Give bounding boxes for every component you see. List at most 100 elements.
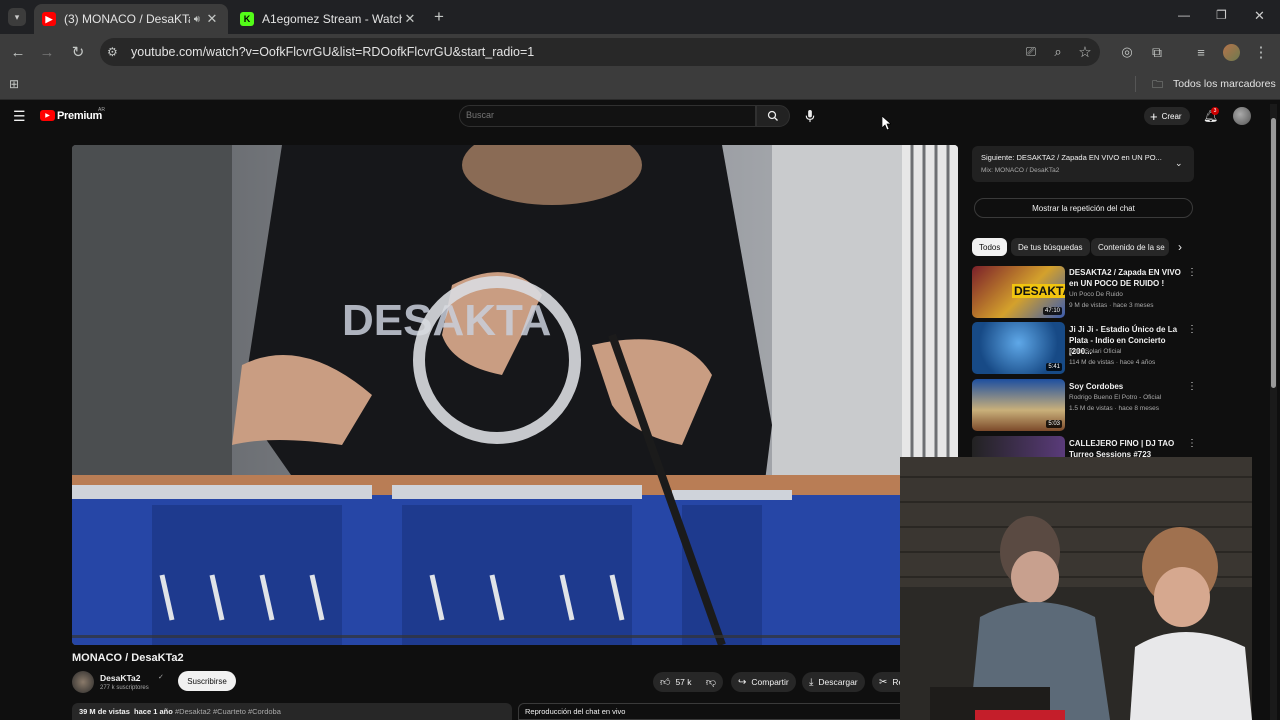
hashtags[interactable]: #Desakta2 #Cuarteto #Cordoba: [175, 707, 281, 716]
more-options-icon[interactable]: ⋮: [1187, 324, 1197, 335]
recommendation-meta: 114 M de vistas · hace 4 años: [1069, 359, 1156, 366]
chip-related-content[interactable]: Contenido de la se: [1091, 238, 1169, 256]
close-window-icon[interactable]: ✕: [1254, 8, 1265, 24]
show-chat-replay-button[interactable]: Mostrar la repetición del chat: [974, 198, 1193, 218]
extension-glasses-icon[interactable]: ◎: [1116, 41, 1138, 63]
country-badge: AR: [98, 107, 105, 113]
account-avatar[interactable]: [1233, 107, 1251, 125]
more-options-icon[interactable]: ⋮: [1187, 267, 1197, 278]
chevron-down-icon[interactable]: ⌄: [1175, 158, 1183, 169]
duration-badge: 5:41: [1046, 363, 1062, 371]
browser-tab-bar: ▾ ▶ (3) MONACO / DesaKTa2 - YouTube 🔊︎ ✕…: [0, 0, 1280, 34]
recommendation-meta: 1.5 M de vistas · hace 8 meses: [1069, 405, 1159, 412]
chevron-right-icon[interactable]: ›: [1178, 240, 1182, 254]
youtube-logo-icon[interactable]: ▶: [40, 110, 55, 121]
more-options-icon[interactable]: ⋮: [1187, 438, 1197, 449]
reload-icon[interactable]: ↻: [67, 41, 89, 63]
up-next-title: Siguiente: DESAKTA2 / Zapada EN VIVO en …: [981, 153, 1162, 162]
subscriber-count: 277 k suscriptores: [100, 685, 149, 691]
logo-text[interactable]: Premium: [57, 110, 102, 122]
close-tab-icon[interactable]: ✕: [402, 11, 418, 27]
cast-icon[interactable]: ⎚: [1020, 41, 1042, 63]
video-frame: DESAKTA: [72, 145, 958, 645]
folder-icon: 🗀︎: [1152, 79, 1163, 91]
voice-search-button[interactable]: [803, 109, 817, 123]
recommendation-channel[interactable]: Un Poco De Ruido: [1069, 291, 1123, 298]
browser-menu-icon[interactable]: ⋮: [1250, 41, 1272, 63]
tab-youtube[interactable]: ▶ (3) MONACO / DesaKTa2 - YouTube 🔊︎ ✕: [34, 4, 228, 34]
bookmarks-bar: [0, 72, 1280, 100]
chip-all[interactable]: Todos: [972, 238, 1008, 256]
zoom-icon[interactable]: ⌕: [1047, 41, 1069, 63]
media-control-icon[interactable]: ≡: [1190, 41, 1212, 63]
apps-grid-icon[interactable]: ⊞: [9, 77, 19, 91]
download-icon: ⤓: [809, 676, 814, 688]
webcam-overlay: [900, 457, 1252, 720]
like-count[interactable]: 57 k: [675, 677, 691, 687]
view-count-date: 39 M de vistas hace 1 año: [79, 707, 173, 716]
guide-menu-icon[interactable]: ☰: [13, 108, 26, 125]
recommendation-title[interactable]: Soy Cordobes: [1069, 381, 1184, 392]
speaker-icon[interactable]: 🔊︎: [194, 14, 200, 25]
back-arrow-icon[interactable]: ←: [7, 41, 29, 63]
search-button[interactable]: [756, 105, 790, 127]
more-options-icon[interactable]: ⋮: [1187, 381, 1197, 392]
recommendation-channel[interactable]: Rodrigo Bueno El Potro - Oficial: [1069, 394, 1161, 401]
recommendation-channel[interactable]: Indio Solari Oficial: [1069, 348, 1121, 355]
thumbnail[interactable]: 5:03: [972, 379, 1065, 431]
create-button[interactable]: + Crear: [1144, 107, 1190, 125]
channel-avatar[interactable]: [72, 671, 94, 693]
close-tab-icon[interactable]: ✕: [204, 11, 220, 27]
microphone-icon: [805, 109, 815, 122]
thumbnail[interactable]: DESAKTA2 47:10: [972, 266, 1065, 318]
channel-name[interactable]: DesaKTa2: [100, 673, 140, 683]
subscribe-button[interactable]: Suscribirse: [178, 671, 236, 691]
new-tab-button[interactable]: +: [434, 7, 444, 27]
recommendation-meta: 9 M de vistas · hace 3 meses: [1069, 302, 1154, 309]
webcam-frame: [900, 457, 1252, 720]
url-text[interactable]: youtube.com/watch?v=OofkFlcvrGU&list=RDO…: [131, 45, 534, 59]
like-dislike-group: 👍︎ 57 k 👎︎: [653, 672, 723, 692]
tab-title: (3) MONACO / DesaKTa2 - YouTube: [64, 12, 190, 26]
download-button[interactable]: ⤓ Descargar: [802, 672, 865, 692]
forward-arrow-icon[interactable]: →: [36, 41, 58, 63]
share-label: Compartir: [751, 677, 789, 687]
create-label: Crear: [1161, 111, 1182, 121]
youtube-favicon-icon: ▶: [42, 12, 56, 26]
thumbnail[interactable]: [972, 436, 1065, 458]
tab-title: A1egomez Stream - Watch Live: [262, 12, 402, 26]
thumbnail-art: DESAKTA2: [1012, 284, 1065, 298]
kick-favicon-icon: K: [240, 12, 254, 26]
recommendation-title[interactable]: DESAKTA2 / Zapada EN VIVO en UN POCO DE …: [1069, 267, 1184, 289]
share-button[interactable]: ↪ Compartir: [731, 672, 796, 692]
extensions-puzzle-icon[interactable]: ⧉: [1146, 41, 1168, 63]
maximize-icon[interactable]: ❐: [1216, 8, 1227, 22]
thumbnail[interactable]: 5:41: [972, 322, 1065, 374]
duration-badge: 47:10: [1042, 307, 1062, 315]
minimize-icon[interactable]: —: [1178, 8, 1190, 22]
search-input[interactable]: [466, 110, 746, 120]
mouse-cursor-icon: [882, 116, 891, 130]
video-player[interactable]: DESAKTA: [72, 145, 958, 645]
verified-icon: ✓: [158, 674, 164, 681]
tab-search-button[interactable]: ▾: [8, 8, 26, 26]
video-title: MONACO / DesaKTa2: [72, 652, 184, 664]
thumbs-up-icon[interactable]: 👍︎: [660, 676, 670, 688]
tab-kick[interactable]: K A1egomez Stream - Watch Live ✕: [232, 4, 426, 34]
bookmark-star-icon[interactable]: ☆: [1074, 41, 1096, 63]
mix-label: Mix: MONACO / DesaKTa2: [981, 167, 1060, 174]
search-icon: [767, 110, 778, 121]
duration-badge: 5:03: [1046, 420, 1062, 428]
plus-icon: +: [1150, 108, 1158, 124]
profile-avatar[interactable]: [1223, 44, 1240, 61]
download-label: Descargar: [818, 677, 858, 687]
share-arrow-icon: ↪: [738, 676, 747, 688]
page-scrollbar-thumb[interactable]: [1271, 118, 1276, 388]
thumbs-down-icon[interactable]: 👎︎: [706, 676, 716, 688]
all-bookmarks-label[interactable]: Todos los marcadores: [1173, 78, 1276, 90]
chat-replay-label: Reproducción del chat en vivo: [525, 707, 626, 716]
scissors-icon: ✂: [879, 676, 888, 688]
up-next-panel[interactable]: [972, 146, 1194, 182]
site-info-icon[interactable]: ⚙: [107, 45, 118, 59]
chip-from-searches[interactable]: De tus búsquedas: [1011, 238, 1090, 256]
